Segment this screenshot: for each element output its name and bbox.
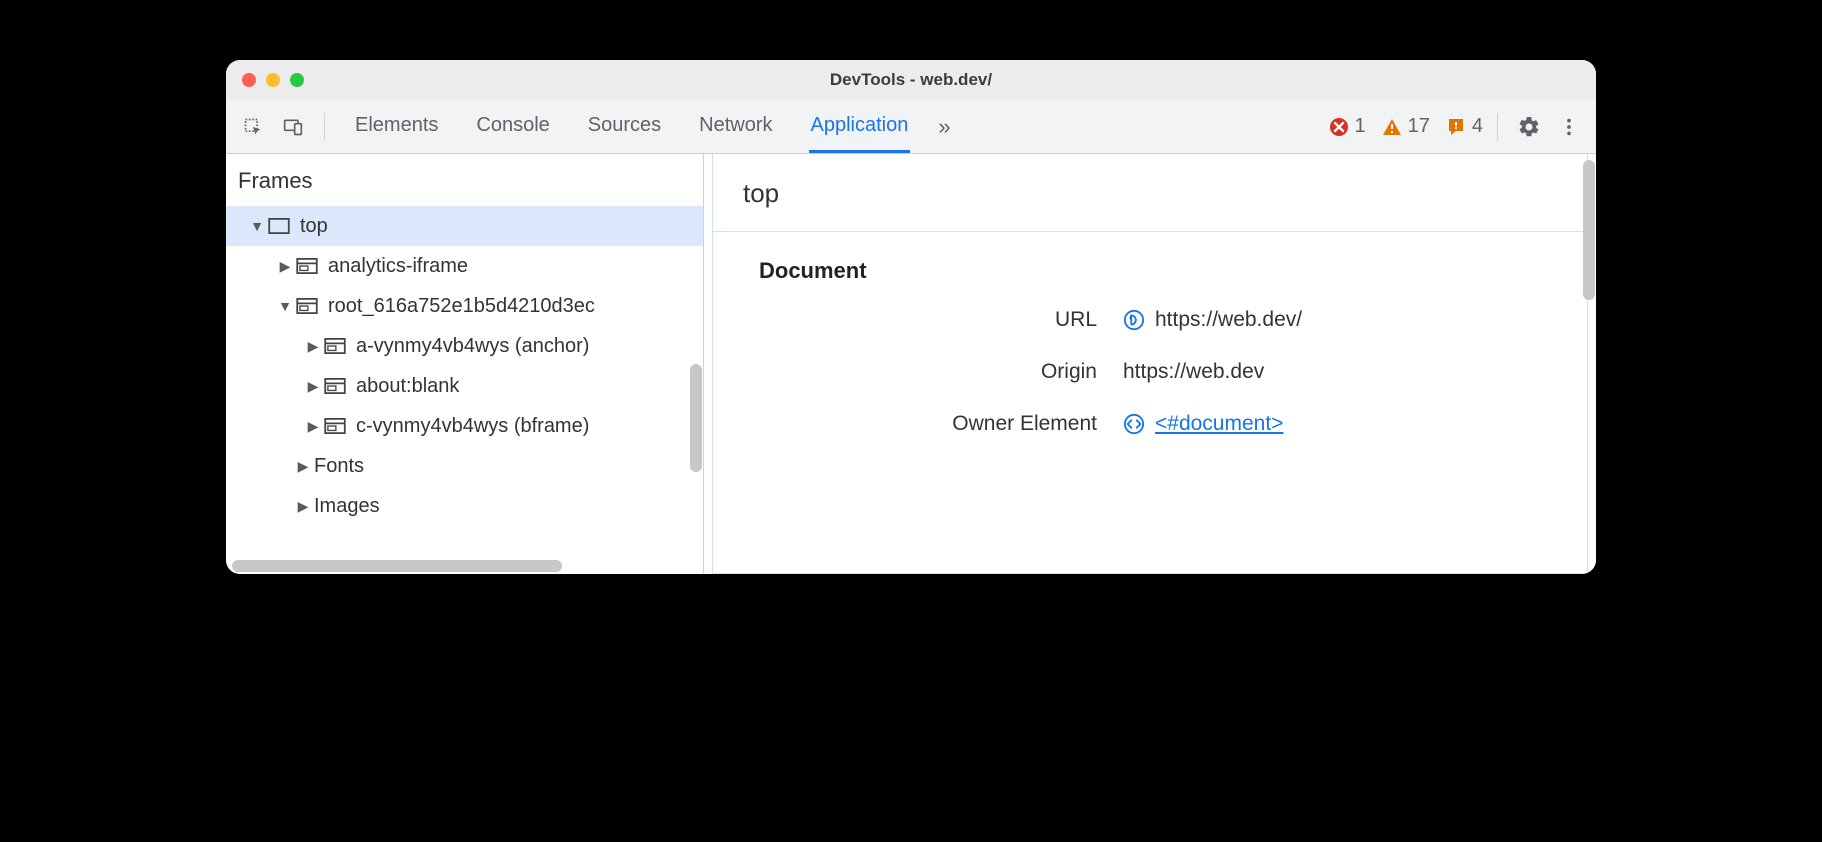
tree-item-label: Fonts bbox=[314, 455, 364, 478]
detail-value-url[interactable]: https://web.dev/ bbox=[1155, 308, 1302, 332]
traffic-lights bbox=[242, 73, 304, 87]
tab-console[interactable]: Console bbox=[474, 100, 551, 153]
tab-application[interactable]: Application bbox=[809, 100, 911, 153]
issues-icon bbox=[1446, 117, 1466, 137]
iframe-icon bbox=[324, 338, 346, 354]
reveal-in-elements-icon[interactable] bbox=[1123, 413, 1145, 435]
tree-item-label: a-vynmy4vb4wys (anchor) bbox=[356, 335, 589, 358]
tab-elements[interactable]: Elements bbox=[353, 100, 440, 153]
issues-count[interactable]: 4 bbox=[1446, 115, 1483, 138]
warnings-count[interactable]: 17 bbox=[1382, 115, 1430, 138]
detail-key: Origin bbox=[713, 360, 1123, 384]
iframe-icon bbox=[324, 378, 346, 394]
console-counts: 1 17 4 bbox=[1329, 115, 1484, 138]
settings-icon[interactable] bbox=[1512, 110, 1546, 144]
minimize-window-button[interactable] bbox=[266, 73, 280, 87]
close-window-button[interactable] bbox=[242, 73, 256, 87]
tree-item-label: analytics-iframe bbox=[328, 255, 468, 278]
tree-item-anchor[interactable]: ▶ a-vynmy4vb4wys (anchor) bbox=[226, 326, 703, 366]
disclosure-triangle-icon[interactable]: ▶ bbox=[306, 338, 320, 355]
tree-item-label: top bbox=[300, 215, 328, 238]
tree-item-fonts[interactable]: ▶ Fonts bbox=[226, 446, 703, 486]
main-vertical-scrollbar[interactable] bbox=[1583, 160, 1595, 300]
toolbar-divider bbox=[1497, 113, 1498, 141]
devtools-window: DevTools - web.dev/ Elements Console Sou… bbox=[226, 60, 1596, 574]
frames-tree: ▼ top ▶ analytics-iframe ▼ root_616a752e… bbox=[226, 206, 703, 526]
devtools-toolbar: Elements Console Sources Network Applica… bbox=[226, 100, 1596, 154]
tree-item-top[interactable]: ▼ top bbox=[226, 206, 703, 246]
tab-sources[interactable]: Sources bbox=[586, 100, 663, 153]
error-icon bbox=[1329, 117, 1349, 137]
sidebar-vertical-scrollbar[interactable] bbox=[690, 364, 702, 472]
frames-sidebar: Frames ▼ top ▶ analytics-iframe ▼ root_6… bbox=[226, 154, 704, 574]
tree-item-bframe[interactable]: ▶ c-vynmy4vb4wys (bframe) bbox=[226, 406, 703, 446]
detail-key: URL bbox=[713, 308, 1123, 332]
tree-item-images[interactable]: ▶ Images bbox=[226, 486, 703, 526]
zoom-window-button[interactable] bbox=[290, 73, 304, 87]
disclosure-triangle-icon[interactable]: ▶ bbox=[296, 498, 310, 515]
disclosure-triangle-icon[interactable]: ▼ bbox=[278, 298, 292, 314]
detail-row-origin: Origin https://web.dev bbox=[713, 346, 1587, 398]
frame-icon bbox=[268, 218, 290, 234]
detail-row-url: URL https://web.dev/ bbox=[713, 294, 1587, 346]
iframe-icon bbox=[296, 258, 318, 274]
errors-count-value: 1 bbox=[1355, 115, 1366, 138]
tree-item-about-blank[interactable]: ▶ about:blank bbox=[226, 366, 703, 406]
disclosure-triangle-icon[interactable]: ▶ bbox=[278, 258, 292, 275]
titlebar: DevTools - web.dev/ bbox=[226, 60, 1596, 100]
iframe-icon bbox=[296, 298, 318, 314]
iframe-icon bbox=[324, 418, 346, 434]
network-request-icon[interactable] bbox=[1123, 309, 1145, 331]
kebab-menu-icon[interactable] bbox=[1552, 110, 1586, 144]
disclosure-triangle-icon[interactable]: ▶ bbox=[306, 378, 320, 395]
device-toolbar-icon[interactable] bbox=[276, 110, 310, 144]
tabs-overflow-button[interactable]: » bbox=[938, 114, 950, 140]
sidebar-heading: Frames bbox=[226, 154, 703, 206]
disclosure-triangle-icon[interactable]: ▶ bbox=[296, 458, 310, 475]
tree-item-label: root_616a752e1b5d4210d3ec bbox=[328, 295, 595, 318]
tree-item-label: Images bbox=[314, 495, 380, 518]
detail-key: Owner Element bbox=[713, 412, 1123, 436]
errors-count[interactable]: 1 bbox=[1329, 115, 1366, 138]
tree-item-root[interactable]: ▼ root_616a752e1b5d4210d3ec bbox=[226, 286, 703, 326]
warnings-count-value: 17 bbox=[1408, 115, 1430, 138]
window-title: DevTools - web.dev/ bbox=[226, 70, 1596, 90]
content-split: Frames ▼ top ▶ analytics-iframe ▼ root_6… bbox=[226, 154, 1596, 574]
panel-tabs: Elements Console Sources Network Applica… bbox=[353, 100, 910, 153]
tab-network[interactable]: Network bbox=[697, 100, 774, 153]
disclosure-triangle-icon[interactable]: ▼ bbox=[250, 218, 264, 234]
disclosure-triangle-icon[interactable]: ▶ bbox=[306, 418, 320, 435]
tree-item-analytics-iframe[interactable]: ▶ analytics-iframe bbox=[226, 246, 703, 286]
detail-value-origin: https://web.dev bbox=[1123, 360, 1264, 384]
detail-title: top bbox=[713, 154, 1587, 232]
detail-value-owner-link[interactable]: <#document> bbox=[1155, 412, 1283, 436]
toolbar-divider bbox=[324, 113, 325, 141]
sidebar-horizontal-scrollbar[interactable] bbox=[232, 560, 562, 572]
detail-section-heading: Document bbox=[713, 232, 1587, 294]
inspect-element-icon[interactable] bbox=[236, 110, 270, 144]
warning-icon bbox=[1382, 117, 1402, 137]
tree-item-label: about:blank bbox=[356, 375, 459, 398]
frame-detail-pane: top Document URL https://web.dev/ Origin… bbox=[704, 154, 1596, 574]
detail-row-owner: Owner Element <#document> bbox=[713, 398, 1587, 450]
tree-item-label: c-vynmy4vb4wys (bframe) bbox=[356, 415, 589, 438]
issues-count-value: 4 bbox=[1472, 115, 1483, 138]
